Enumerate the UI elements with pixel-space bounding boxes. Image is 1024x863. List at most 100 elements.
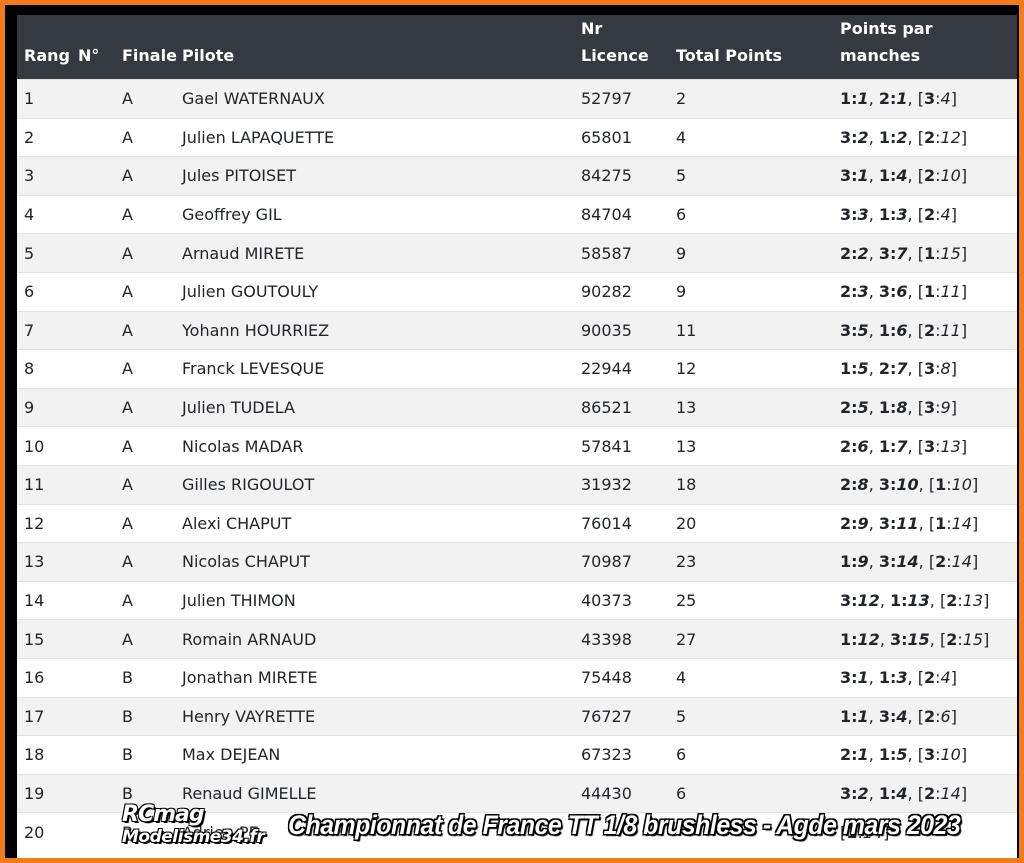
- cell-licence: 65801: [574, 117, 669, 157]
- cell-manches: 3:2, 1:4, [2:14]: [833, 773, 1017, 813]
- cell-rang: 16: [17, 657, 71, 697]
- cell-rang: 5: [17, 233, 71, 273]
- cell-total: 13: [669, 426, 833, 466]
- manche-position: 15: [907, 629, 930, 649]
- cell-rang: 9: [17, 387, 71, 427]
- cell-total: 9: [669, 271, 833, 312]
- table-row: 1 A Gael WATERNAUX 52797 2 1:1, 2:1, [3:4]: [17, 79, 1017, 119]
- manche-number: 1: [935, 513, 947, 533]
- cell-total: 6: [669, 194, 833, 234]
- table-row: 11 A Gilles RIGOULOT 31932 18 2:8, 3:10, [1:1…: [17, 464, 1017, 505]
- cell-licence: 67323: [574, 735, 669, 775]
- results-panel: Rang N° Finale Pilote Nr Licence Total Po…: [17, 15, 1017, 858]
- manche-number: 2: [935, 552, 947, 572]
- cell-manches: 2:1, 1:5, [3:10]: [833, 735, 1017, 775]
- cell-num: [71, 156, 115, 196]
- cell-manches: 1:9, 3:14, [2:14]: [833, 542, 1017, 582]
- cell-rang: 15: [17, 619, 71, 659]
- cell-pilote: Jonathan MIRETE: [175, 657, 574, 697]
- header-pilote[interactable]: Pilote: [175, 15, 574, 80]
- cell-licence: 84275: [574, 156, 669, 196]
- cell-finale: A: [115, 542, 175, 582]
- manche-position: 1: [857, 89, 869, 109]
- header-licence[interactable]: Nr Licence: [574, 15, 669, 80]
- manche-position: 5: [857, 359, 869, 379]
- manche-number: 1: [846, 822, 858, 842]
- cell-manches: 1:5, 2:7, [3:8]: [833, 349, 1017, 389]
- cell-manches: 2:2, 3:7, [1:15]: [833, 233, 1017, 273]
- manche-position: 2: [857, 783, 869, 803]
- manche-position: 1: [857, 706, 869, 726]
- header-rang[interactable]: Rang: [17, 15, 71, 80]
- table-row: 17 B Henry VAYRETTE 76727 5 1:1, 3:4, [2:6]: [17, 696, 1017, 736]
- cell-pilote: Arnaud MIRETE: [175, 233, 574, 273]
- manche-number: 1: [878, 127, 890, 147]
- manche-position: 14: [896, 552, 919, 572]
- manche-number: 2: [840, 745, 852, 765]
- cell-num: [71, 580, 115, 620]
- manche-position: 7: [896, 359, 908, 379]
- table-row: 3 A Jules PITOISET 84275 5 3:1, 1:4, [2:10]: [17, 156, 1017, 196]
- manche-position: 4: [896, 783, 908, 803]
- manche-position: 12: [857, 629, 880, 649]
- cell-finale: A: [115, 464, 175, 505]
- cell-finale: B: [115, 735, 175, 775]
- cell-licence: 70987: [574, 542, 669, 582]
- manche-number: 2: [923, 166, 936, 186]
- table-row: 9 A Julien TUDELA 86521 13 2:5, 1:8, [3:9]: [17, 387, 1017, 427]
- manche-position: 6: [896, 320, 908, 340]
- manche-number: 2: [946, 629, 958, 649]
- manche-position: 7: [896, 436, 908, 456]
- cell-num: [71, 735, 115, 775]
- manche-position: 2: [857, 127, 869, 147]
- cell-rang: 8: [17, 349, 71, 389]
- cell-finale: A: [115, 619, 175, 659]
- cell-finale: A: [115, 349, 175, 389]
- manche-number: 2: [840, 398, 852, 418]
- header-num[interactable]: N°: [71, 15, 115, 80]
- cell-finale: B: [115, 812, 175, 852]
- manche-position: 4: [896, 166, 908, 186]
- table-row: 12 A Alexi CHAPUT 76014 20 2:9, 3:11, [1:14]: [17, 503, 1017, 543]
- manche-number: 1: [840, 552, 852, 572]
- manche-number: 2: [923, 668, 936, 688]
- cell-pilote: Julien LAPAQUETTE: [175, 117, 574, 157]
- cell-rang: 1: [17, 79, 71, 119]
- cell-rang: 3: [17, 156, 71, 196]
- manche-position: 8: [896, 398, 908, 418]
- header-finale[interactable]: Finale: [115, 15, 177, 80]
- cell-finale: A: [115, 426, 175, 466]
- cell-finale: A: [115, 387, 175, 427]
- cell-num: [71, 271, 115, 312]
- cell-pilote: Geoffrey GIL: [175, 194, 574, 234]
- cell-finale: A: [115, 79, 175, 119]
- cell-num: [71, 194, 115, 234]
- header-total[interactable]: Total Points: [669, 15, 833, 80]
- manche-number: 3: [878, 475, 890, 495]
- cell-licence: 57841: [574, 426, 669, 466]
- manche-number: 2: [840, 436, 852, 456]
- table-row: 8 A Franck LEVESQUE 22944 12 1:5, 2:7, [3:8]: [17, 349, 1017, 389]
- manche-position: 7: [896, 243, 908, 263]
- header-manches[interactable]: Points par manches: [833, 15, 1017, 80]
- manche-number: 1: [889, 591, 902, 611]
- cell-pilote: Gilles RIGOULOT: [175, 464, 574, 505]
- cell-manches: 2:8, 3:10, [1:10]: [833, 464, 1017, 505]
- cell-total: 4: [669, 117, 833, 157]
- cell-total: 4: [669, 657, 833, 697]
- manche-number: 2: [923, 127, 936, 147]
- manche-position: 14: [862, 822, 884, 842]
- manche-position: 4: [896, 706, 908, 726]
- cell-manches: 3:12, 1:13, [2:13]: [833, 580, 1017, 620]
- cell-finale: A: [115, 156, 175, 196]
- cell-pilote: Julien TUDELA: [175, 387, 574, 427]
- cell-total: 5: [669, 156, 833, 196]
- results-body: 1 A Gael WATERNAUX 52797 2 1:1, 2:1, [3:4] 2 A J…: [17, 79, 1017, 852]
- cell-num: [71, 464, 115, 505]
- table-row: 14 A Julien THIMON 40373 25 3:12, 1:13, [2:13…: [17, 580, 1017, 620]
- cell-rang: 6: [17, 271, 71, 312]
- manche-position: 8: [940, 359, 951, 379]
- cell-licence: 31932: [574, 464, 669, 505]
- cell-manches: 3:1, 1:4, [2:10]: [833, 156, 1017, 196]
- cell-licence: 40373: [574, 580, 669, 620]
